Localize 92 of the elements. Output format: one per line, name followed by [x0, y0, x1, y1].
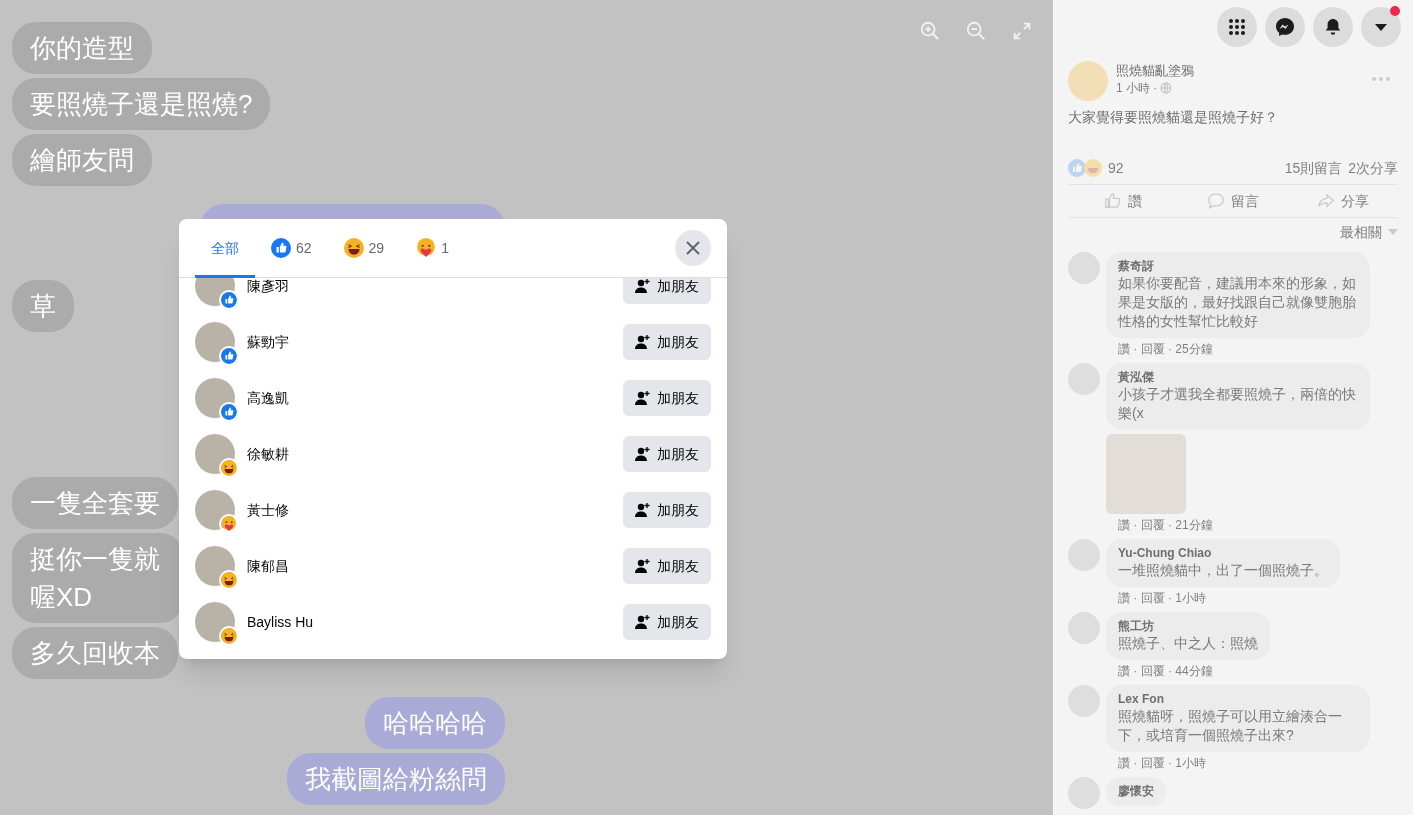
haha-reaction-icon — [1084, 159, 1102, 177]
add-person-icon — [635, 558, 651, 574]
comments-count[interactable]: 15則留言 — [1284, 157, 1343, 179]
chat-bubble: 我截圖給粉絲問 — [287, 753, 505, 805]
globe-icon — [1160, 82, 1173, 94]
post-time[interactable]: 1 小時 · — [1116, 80, 1158, 96]
comment-meta[interactable]: 讚 · 回覆 · 25分鐘 — [1106, 341, 1213, 357]
menu-grid-button[interactable] — [1217, 7, 1257, 47]
comment-text: 照燒子、中之人：照燒 — [1118, 634, 1258, 653]
like-reaction-icon — [221, 404, 237, 420]
caret-icon — [1374, 22, 1388, 32]
person-name[interactable]: 陳彥羽 — [247, 278, 289, 297]
commenter-name[interactable]: Lex Fon — [1118, 691, 1358, 707]
reaction-count[interactable]: 92 — [1108, 157, 1124, 179]
comment-meta[interactable]: 讚 · 回覆 · 1小時 — [1106, 590, 1206, 606]
care-reaction-icon — [221, 516, 237, 532]
add-person-icon — [635, 446, 651, 462]
sort-dropdown[interactable]: 最相關 — [1340, 221, 1382, 243]
comment-icon — [1207, 192, 1225, 210]
person-name[interactable]: 高逸凱 — [247, 387, 289, 409]
comment-action-button[interactable]: 留言 — [1178, 190, 1288, 212]
share-action-button[interactable]: 分享 — [1288, 190, 1398, 212]
chat-bubble: 你的造型 — [12, 22, 152, 74]
share-icon — [1317, 192, 1335, 210]
like-reaction-icon — [221, 292, 237, 308]
author-name[interactable]: 照燒貓亂塗鴉 — [1116, 62, 1364, 80]
close-button[interactable] — [675, 230, 711, 266]
add-friend-button[interactable]: 加朋友 — [623, 548, 711, 584]
like-reaction-icon — [271, 238, 291, 258]
add-friend-button[interactable]: 加朋友 — [623, 278, 711, 304]
comment-text: 如果你要配音，建議用本來的形象，如果是女版的，最好找跟自己就像雙胞胎性格的女性幫忙比較好 — [1118, 274, 1357, 331]
person-name[interactable]: Bayliss Hu — [247, 611, 314, 633]
add-person-icon — [635, 334, 651, 350]
chat-bubble: 草 — [12, 280, 74, 332]
care-reaction-icon — [416, 238, 437, 258]
comment-meta[interactable]: 讚 · 回覆 · 21分鐘 — [1106, 517, 1213, 533]
haha-reaction-icon — [221, 572, 237, 588]
messenger-icon — [1275, 17, 1295, 37]
close-icon — [685, 240, 701, 256]
add-friend-button[interactable]: 加朋友 — [623, 492, 711, 528]
chat-bubble: 一隻全套要 — [12, 477, 178, 529]
reaction-tab[interactable]: 29 — [327, 219, 401, 277]
bell-icon — [1324, 18, 1342, 36]
chat-bubble: 要照燒子還是照燒? — [12, 78, 271, 130]
reaction-tab[interactable]: 62 — [255, 219, 328, 277]
like-icon — [1104, 192, 1122, 210]
reaction-tab[interactable]: 全部 — [195, 219, 255, 277]
grid-icon — [1227, 17, 1247, 37]
comment-meta[interactable]: 讚 · 回覆 · 1小時 — [1106, 755, 1206, 771]
comment-text: 小孩子才選我全都要照燒子，兩倍的快樂(x — [1118, 385, 1357, 423]
post-text: 大家覺得要照燒貓還是照燒子好？ — [1068, 108, 1279, 127]
like-reaction-icon — [1068, 159, 1086, 177]
messenger-button[interactable] — [1265, 7, 1305, 47]
add-person-icon — [635, 278, 651, 294]
avatar — [195, 490, 235, 530]
commenter-name[interactable]: Yu-Chung Chiao — [1118, 545, 1328, 561]
person-name[interactable]: 徐敏耕 — [247, 443, 289, 465]
comment-text: 一堆照燒貓中，出了一個照燒子。 — [1118, 561, 1328, 580]
commenter-name[interactable]: 蔡奇訝 — [1118, 258, 1358, 274]
avatar — [195, 378, 235, 418]
add-friend-button[interactable]: 加朋友 — [623, 380, 711, 416]
add-person-icon — [635, 502, 651, 518]
chat-bubble: 繪師友問 — [12, 134, 152, 186]
add-person-icon — [635, 614, 651, 630]
like-action-button[interactable]: 讚 — [1068, 190, 1178, 212]
add-friend-button[interactable]: 加朋友 — [623, 324, 711, 360]
comment-meta[interactable]: 讚 · 回覆 · 44分鐘 — [1106, 663, 1213, 679]
person-name[interactable]: 陳郁昌 — [247, 555, 289, 577]
avatar — [195, 546, 235, 586]
haha-reaction-icon — [343, 238, 364, 258]
like-reaction-icon — [221, 348, 237, 364]
commenter-name[interactable]: 熊工坊 — [1118, 618, 1258, 634]
haha-reaction-icon — [221, 460, 237, 476]
haha-reaction-icon — [221, 628, 237, 644]
reaction-tab[interactable]: 1 — [400, 219, 465, 277]
avatar — [1068, 61, 1108, 101]
comment-text: 照燒貓呀，照燒子可以用立繪湊合一下，或培育一個照燒子出來? — [1118, 707, 1343, 745]
notifications-button[interactable] — [1313, 7, 1353, 47]
shares-count[interactable]: 2次分享 — [1348, 157, 1398, 179]
commenter-name[interactable]: 廖懷安 — [1118, 783, 1154, 799]
chat-bubble: 多久回收本 — [12, 627, 178, 679]
commenter-name[interactable]: 黃泓傑 — [1118, 369, 1358, 385]
add-friend-button[interactable]: 加朋友 — [623, 604, 711, 640]
avatar — [195, 434, 235, 474]
avatar — [195, 602, 235, 642]
chat-bubble: 哈哈哈哈 — [365, 697, 505, 749]
avatar — [195, 322, 235, 362]
account-button[interactable] — [1361, 7, 1401, 47]
add-friend-button[interactable]: 加朋友 — [623, 436, 711, 472]
person-name[interactable]: 黃士修 — [247, 499, 289, 521]
add-person-icon — [635, 390, 651, 406]
person-name[interactable]: 蘇勁宇 — [247, 331, 289, 353]
